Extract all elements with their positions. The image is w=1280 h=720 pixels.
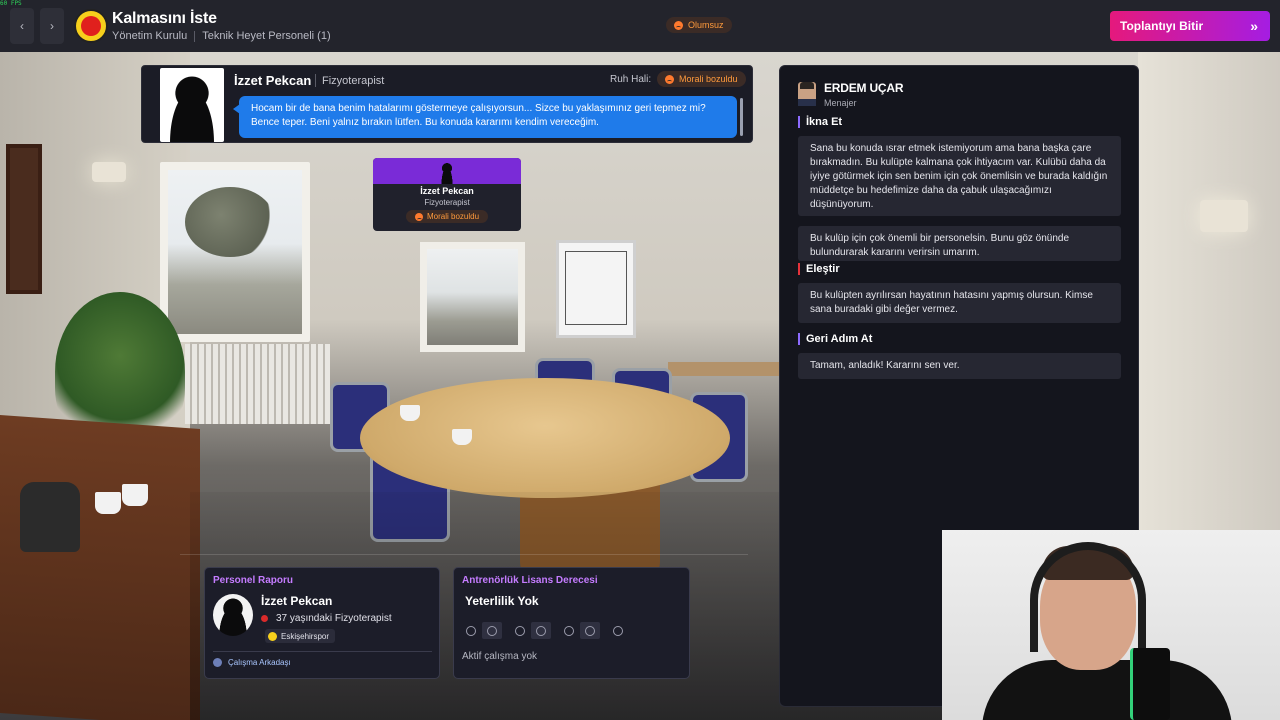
tag-name: İzzet Pekcan [420, 186, 474, 196]
turkey-flag-icon [261, 615, 268, 622]
staff-silhouette-avatar [439, 160, 455, 184]
forward-button[interactable]: › [40, 8, 64, 44]
tag-mood-badge: Morali bozuldu [406, 210, 488, 223]
microphone [1130, 648, 1170, 720]
end-meeting-label: Toplantıyı Bitir [1120, 19, 1204, 33]
manager-avatar [798, 82, 816, 106]
radiator [185, 344, 330, 424]
dialogue-option-criticize-1[interactable]: Bu kulüpten ayrılırsan hayatının hatasın… [798, 283, 1121, 323]
breadcrumb-item-staff[interactable]: Teknik Heyet Personeli (1) [202, 30, 330, 42]
tag-role: Fizyoterapist [424, 198, 470, 207]
tag-mood-value: Morali bozuldu [426, 212, 480, 221]
right-wall [1138, 52, 1280, 532]
meeting-mood-badge: Olumsuz [666, 17, 732, 33]
dialogue-option-persuade-1[interactable]: Sana bu konuda ısrar etmek istemiyorum a… [798, 136, 1121, 216]
floating-name-tag: İzzet Pekcan Fizyoterapist Morali bozuld… [373, 158, 521, 231]
back-button[interactable]: ‹ [10, 8, 34, 44]
license-level-dot [564, 625, 574, 636]
dialogue-option-back-down-1[interactable]: Tamam, anladık! Kararını sen ver. [798, 353, 1121, 379]
license-level-dot [515, 625, 525, 636]
mug [95, 492, 121, 514]
webcam-overlay [942, 530, 1280, 720]
mood-label: Ruh Hali: [610, 74, 652, 85]
wooden-cabinet [0, 415, 200, 720]
chevron-right-icon: › [50, 19, 54, 33]
wall-lamp [1200, 200, 1248, 232]
fps-counter: 60 FPS [0, 0, 22, 7]
mug [452, 429, 472, 445]
wall-lamp [92, 162, 126, 182]
meeting-table [360, 378, 730, 498]
sad-face-icon [665, 74, 674, 84]
license-level-dot [487, 625, 497, 636]
sad-face-icon [414, 212, 423, 221]
staff-report-title: Personel Raporu [213, 575, 294, 586]
sad-face-icon [674, 20, 683, 30]
speech-scrollbar[interactable] [740, 98, 743, 136]
speaker-mood-badge: Morali bozuldu [657, 71, 746, 87]
speaker-name: İzzet Pekcan [234, 73, 312, 88]
club-crest-icon [268, 631, 277, 641]
license-level-indicator [466, 622, 636, 639]
staff-silhouette-avatar [213, 594, 253, 636]
end-meeting-button[interactable]: Toplantıyı Bitir » [1110, 11, 1270, 41]
wall-picture-frame [6, 144, 42, 294]
colleague-link-label: Çalışma Arkadaşı [228, 658, 291, 667]
license-level-dot [613, 625, 623, 636]
staff-silhouette-avatar [160, 68, 224, 142]
breadcrumb-item-board[interactable]: Yönetim Kurulu [112, 30, 187, 42]
chevron-left-icon: ‹ [20, 19, 24, 33]
manager-role: Menajer [824, 98, 857, 108]
top-bar: 60 FPS ‹ › Kalmasını İste Yönetim Kurulu… [0, 0, 1280, 52]
streamer-body [982, 660, 1232, 720]
people-icon [213, 658, 222, 667]
outside-tree [185, 187, 275, 257]
side-desk [668, 362, 788, 376]
section-persuade-title: İkna Et [798, 116, 842, 128]
staff-name: İzzet Pekcan [261, 594, 333, 608]
back-window [420, 242, 525, 352]
manager-name: ERDEM UÇAR [824, 81, 904, 95]
speaker-role: Fizyoterapist [322, 75, 385, 87]
dialogue-option-persuade-2[interactable]: Bu kulüp için çok önemli bir personelsin… [798, 226, 1121, 261]
breadcrumb: Yönetim Kurulu Teknik Heyet Personeli (1… [112, 30, 331, 42]
speaker-panel: İzzet Pekcan Fizyoterapist Ruh Hali: Mor… [141, 65, 753, 143]
license-title: Antrenörlük Lisans Derecesi [462, 575, 598, 586]
colleague-link[interactable]: Çalışma Arkadaşı [213, 658, 291, 667]
staff-report-card[interactable]: Personel Raporu İzzet Pekcan 37 yaşındak… [204, 567, 440, 679]
license-status: Aktif çalışma yok [462, 651, 538, 662]
staff-club-badge[interactable]: Eskişehirspor [265, 629, 336, 643]
headphones [1030, 542, 1146, 652]
license-level-dot [585, 625, 595, 636]
double-chevron-right-icon: » [1250, 18, 1258, 34]
club-logo [74, 9, 108, 43]
mug [122, 484, 148, 506]
meeting-mood-label: Olumsuz [688, 20, 724, 30]
divider [180, 554, 748, 555]
tactics-whiteboard [556, 240, 636, 338]
staff-club-name: Eskişehirspor [281, 631, 330, 641]
license-level-dot [536, 625, 546, 636]
section-criticize-title: Eleştir [798, 263, 840, 275]
staff-age-role: 37 yaşındaki Fizyoterapist [261, 613, 392, 624]
page-title: Kalmasını İste [112, 10, 217, 27]
license-level-dot [466, 625, 476, 636]
license-value: Yeterlilik Yok [465, 594, 539, 608]
mug [400, 405, 420, 421]
section-back-down-title: Geri Adım At [798, 333, 872, 345]
kettle [20, 482, 80, 552]
speaker-mood-value: Morali bozuldu [679, 74, 738, 84]
staff-age-role-text: 37 yaşındaki Fizyoterapist [276, 613, 392, 624]
coaching-license-card[interactable]: Antrenörlük Lisans Derecesi Yeterlilik Y… [453, 567, 690, 679]
speech-bubble: Hocam bir de bana benim hatalarımı göste… [233, 96, 737, 138]
